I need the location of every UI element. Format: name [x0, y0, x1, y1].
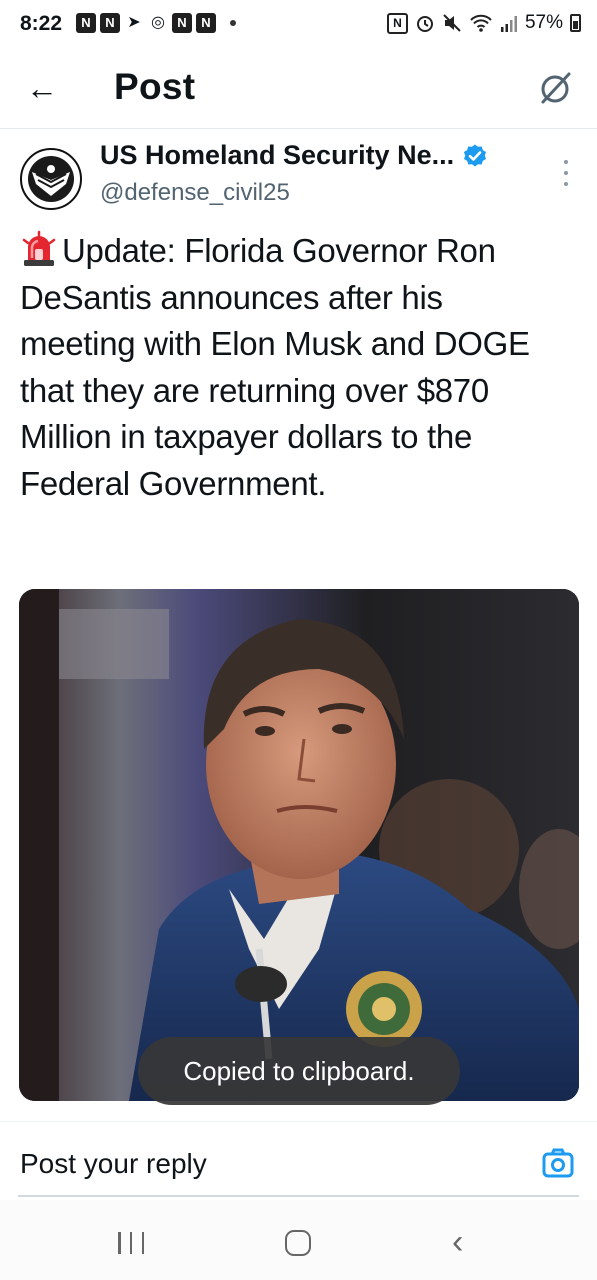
more-dot-icon — [564, 171, 568, 175]
notification-n-icon: N — [172, 13, 192, 33]
alarm-icon — [416, 16, 433, 32]
camera-icon[interactable] — [541, 1146, 575, 1180]
more-options-button[interactable] — [559, 160, 573, 186]
page-title: Post — [114, 66, 196, 107]
nfc-icon: N — [386, 12, 408, 34]
nav-back-icon[interactable]: ‹ — [452, 1224, 463, 1260]
more-notifications-dot-icon — [230, 20, 236, 26]
post-text: Update: Florida Governor Ron DeSantis an… — [20, 232, 530, 502]
notification-icons: N N ➤ ◎ N N — [76, 13, 236, 33]
rotating-light-icon — [22, 230, 56, 266]
more-dot-icon — [564, 160, 568, 164]
signal-icon — [500, 16, 517, 32]
status-time: 8:22 — [20, 12, 63, 35]
battery-percent: 57% — [524, 12, 563, 33]
author-avatar[interactable] — [20, 148, 82, 210]
home-icon[interactable] — [285, 1230, 311, 1256]
author-name-row[interactable]: US Homeland Security Ne... — [100, 140, 488, 171]
author-handle[interactable]: @defense_civil25 — [100, 179, 290, 207]
clipboard-toast: Copied to clipboard. — [138, 1037, 460, 1105]
post-body: Update: Florida Governor Ron DeSantis an… — [20, 228, 565, 507]
mute-icon — [443, 14, 461, 32]
notification-n-icon: N — [196, 13, 216, 33]
reply-bar: Post your reply — [0, 1121, 597, 1198]
battery-icon — [570, 14, 581, 32]
top-app-bar: ← Post — [0, 50, 597, 129]
recent-apps-icon[interactable] — [118, 1232, 144, 1254]
system-nav-bar: ‹ — [0, 1200, 597, 1280]
back-button[interactable]: ← — [26, 68, 66, 108]
status-bar: 8:22 N N ➤ ◎ N N N 57% — [0, 0, 597, 50]
more-dot-icon — [564, 182, 568, 186]
verified-badge-icon — [464, 144, 487, 166]
reply-input[interactable]: Post your reply — [20, 1148, 207, 1180]
notification-n-icon: N — [100, 13, 120, 33]
shield-eagle-logo-icon — [24, 152, 78, 206]
reply-underline — [18, 1195, 579, 1197]
send-icon: ➤ — [127, 14, 141, 31]
grok-icon[interactable] — [535, 68, 575, 108]
post-photo-image — [19, 589, 579, 1101]
author-name[interactable]: US Homeland Security Ne... — [100, 140, 454, 171]
notification-n-icon: N — [76, 13, 96, 33]
wifi-icon — [470, 14, 492, 32]
chrome-icon: ◎ — [151, 14, 165, 31]
status-right: N 57% — [386, 12, 581, 34]
post-photo[interactable] — [19, 589, 579, 1101]
